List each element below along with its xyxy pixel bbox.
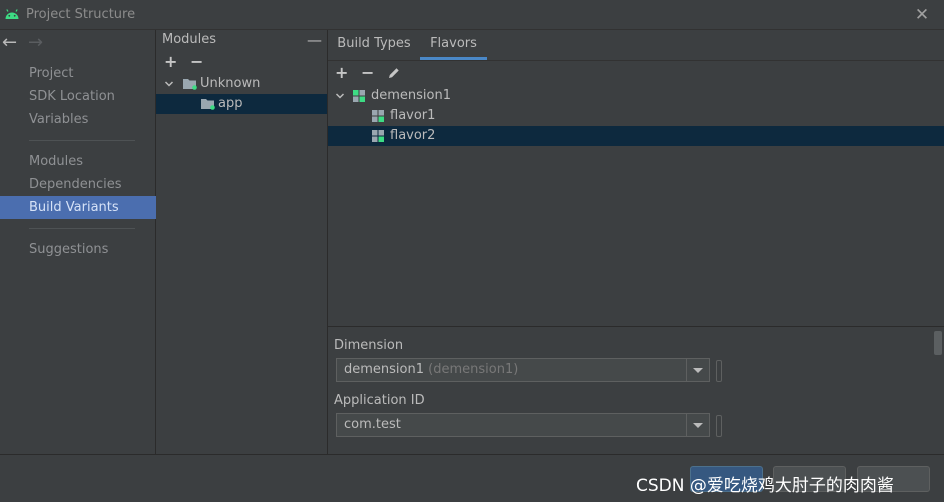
remove-module-button[interactable]: − [190,54,203,70]
window-title: Project Structure [26,7,136,22]
tree-label: flavor2 [390,128,436,143]
android-icon [5,9,19,19]
modules-title: Modules [162,32,217,47]
app-id-dropdown-button[interactable] [686,414,709,436]
scrollbar-thumb[interactable] [934,331,942,355]
dimension-extra-field[interactable] [716,360,722,382]
sidebar-item-modules[interactable]: Modules [0,150,156,173]
dimension-hint: (demension1) [428,362,519,377]
dimension-icon [353,90,365,102]
chevron-down-icon[interactable] [164,79,174,89]
arrow-right-icon[interactable]: → [28,34,43,52]
dimension-value: demension1 (demension1) [344,362,519,377]
tree-row-flavor2[interactable]: flavor2 [328,126,944,146]
collapse-button[interactable]: — [307,31,322,49]
add-flavor-button[interactable]: + [335,65,348,81]
tree-label: flavor1 [390,108,436,123]
tree-label: Unknown [200,76,261,91]
tree-row-demension1[interactable]: demension1 [328,86,944,106]
add-module-button[interactable]: + [164,54,177,70]
sidebar: ← → Project SDK Location Variables Modules D… [0,30,156,454]
flavor-icon [372,110,384,122]
arrow-left-icon[interactable]: ← [2,34,17,52]
flavor-icon [372,130,384,142]
tree-label: app [218,96,243,111]
dimension-combobox[interactable]: demension1 (demension1) [336,358,710,382]
chevron-down-icon [693,368,703,373]
edit-icon[interactable] [387,66,401,80]
app-id-extra-field[interactable] [716,415,722,437]
chevron-down-icon[interactable] [335,91,345,101]
dimension-label: Dimension [334,338,404,353]
module-folder-icon [201,99,215,110]
dimension-dropdown-button[interactable] [686,359,709,381]
app-id-combobox[interactable]: com.test [336,413,710,437]
details-panel: Dimension demension1 (demension1) Applic… [328,326,944,454]
chevron-down-icon [693,423,703,428]
sidebar-divider [29,228,135,229]
tab-flavors[interactable]: Flavors [420,30,487,60]
sidebar-item-sdk-location[interactable]: SDK Location [0,85,156,108]
tab-build-types[interactable]: Build Types [332,30,416,60]
watermark: CSDN @爱吃烧鸡大肘子的肉肉酱 [636,476,894,496]
title-bar: Project Structure ✕ [0,0,944,30]
app-id-value: com.test [344,417,401,432]
sidebar-item-project[interactable]: Project [0,62,156,85]
sidebar-item-variables[interactable]: Variables [0,108,156,131]
close-button[interactable]: ✕ [912,5,932,25]
modules-panel: Modules — + − Unknown app [156,30,328,454]
folder-icon [183,79,197,90]
close-icon: ✕ [914,5,930,25]
tab-bar: Build Types Flavors [328,30,944,61]
modules-header: Modules — [156,30,327,51]
remove-flavor-button[interactable]: − [361,65,374,81]
tree-label: demension1 [371,88,451,103]
tree-row-flavor1[interactable]: flavor1 [328,106,944,126]
sidebar-item-suggestions[interactable]: Suggestions [0,238,156,261]
tree-row-app[interactable]: app [156,94,327,114]
app-id-label: Application ID [334,393,425,408]
sidebar-item-build-variants[interactable]: Build Variants [0,196,156,219]
sidebar-divider [29,140,135,141]
sidebar-item-dependencies[interactable]: Dependencies [0,173,156,196]
tree-row-unknown[interactable]: Unknown [156,74,327,94]
flavors-panel: + − demension1 flavor1 flavor2 [328,61,944,326]
